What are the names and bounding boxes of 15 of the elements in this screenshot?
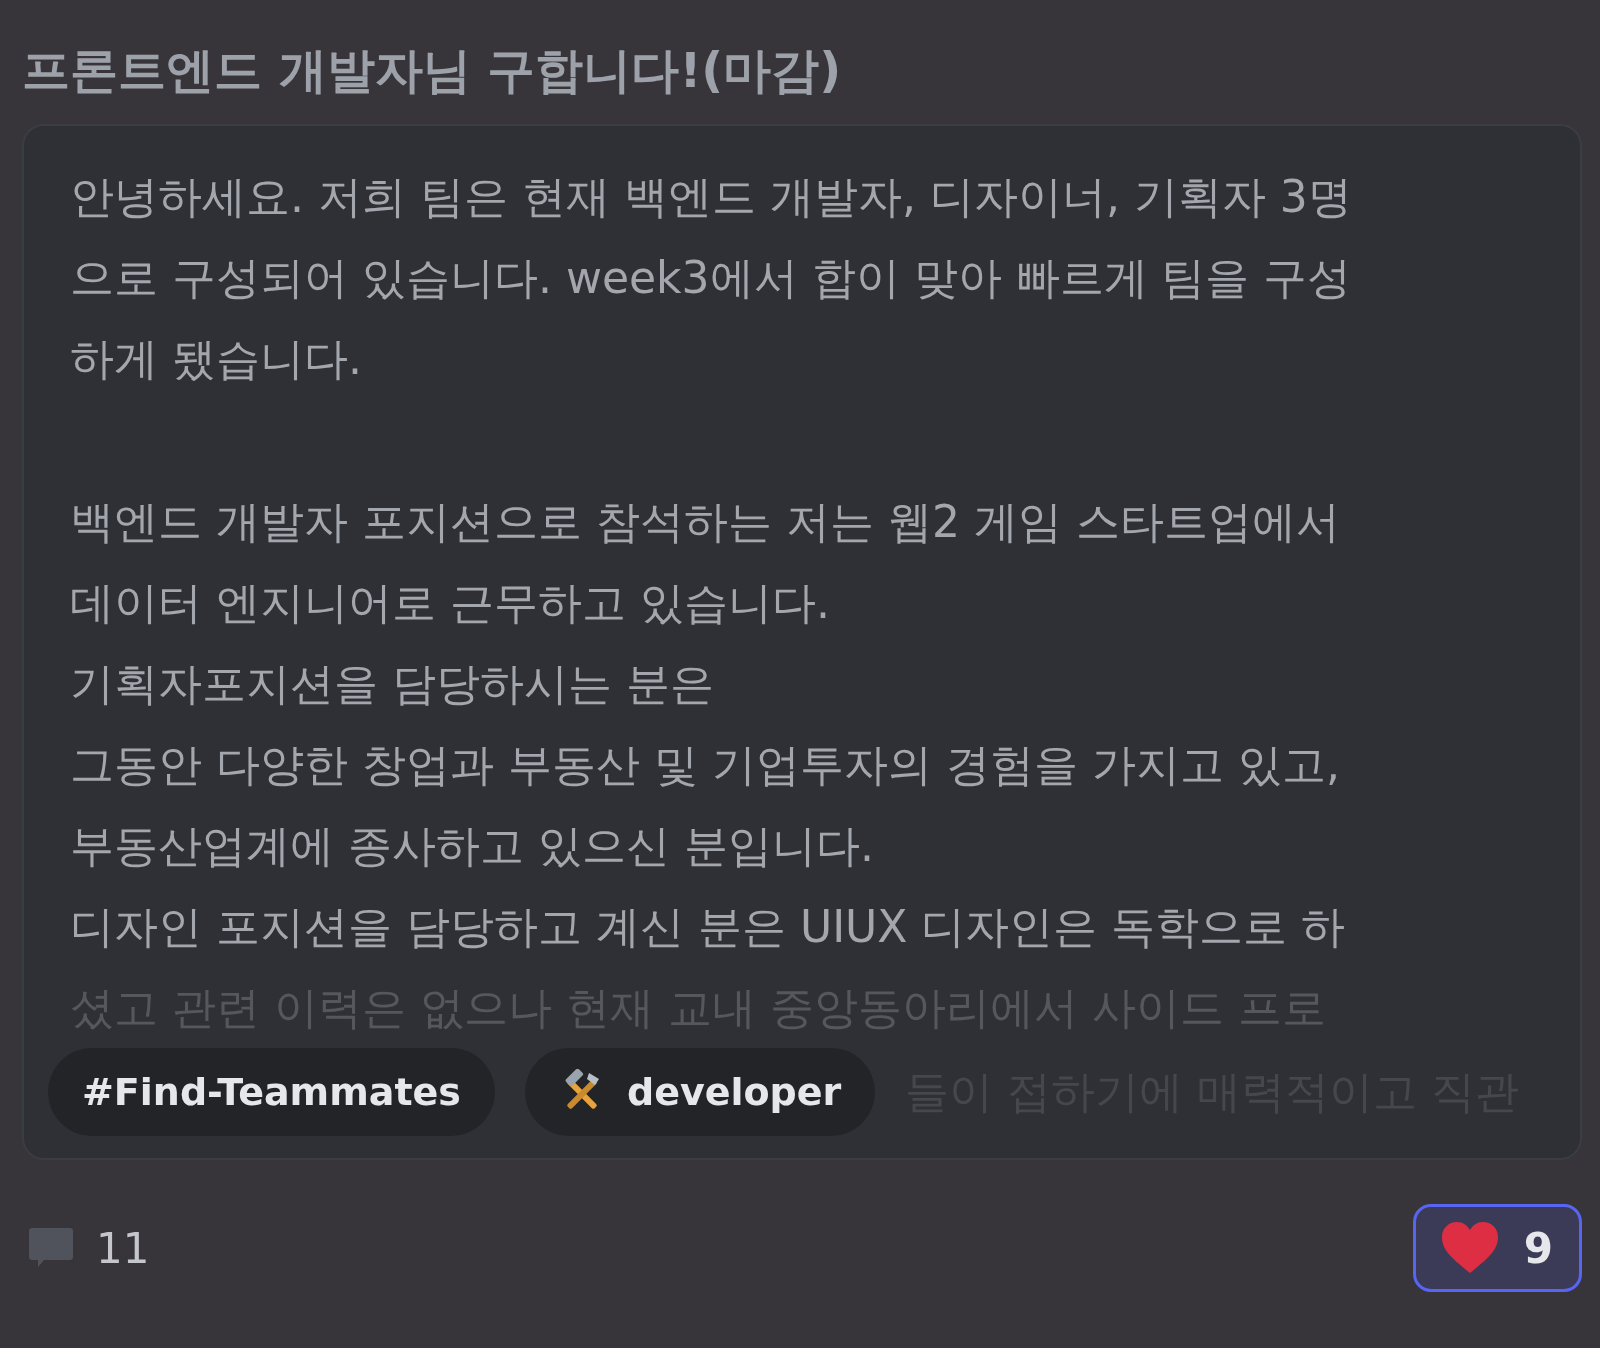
tag[interactable]: #Find-Teammates xyxy=(48,1048,495,1136)
post-text: 백엔드 개발자 포지션으로 참석하는 저는 웹2 게임 스타트업에서 xyxy=(70,495,1341,549)
post-text: 하게 됐습니다. xyxy=(70,332,363,386)
post-text: 기획자포지션을 담당하시는 분은 xyxy=(70,657,715,711)
heart-icon xyxy=(1439,1221,1500,1275)
post-text: 부동산업계에 종사하고 있으신 분입니다. xyxy=(70,819,875,873)
post-text: 데이터 엔지니어로 근무하고 있습니다. xyxy=(70,576,831,630)
tag[interactable]: developer xyxy=(524,1048,876,1136)
heart-reaction-button[interactable]: 9 xyxy=(1412,1204,1582,1292)
comment-count: 11 xyxy=(96,1223,150,1273)
post-text: 으로 구성되어 있습니다. week3에서 합이 맞아 빠르게 팀을 구성 xyxy=(70,251,1353,305)
post-title: 프론트엔드 개발자님 구합니다!(마감) xyxy=(22,41,843,100)
post-text: 디자인 포지션을 담당하고 계신 분은 UIUX 디자인은 독학으로 하 xyxy=(70,900,1347,954)
post-text: 안녕하세요. 저희 팀은 현재 백엔드 개발자, 디자이너, 기획자 3명 xyxy=(70,170,1353,224)
post-text: 그동안 다양한 창업과 부동산 및 기업투자의 경험을 가지고 있고, xyxy=(70,738,1341,792)
